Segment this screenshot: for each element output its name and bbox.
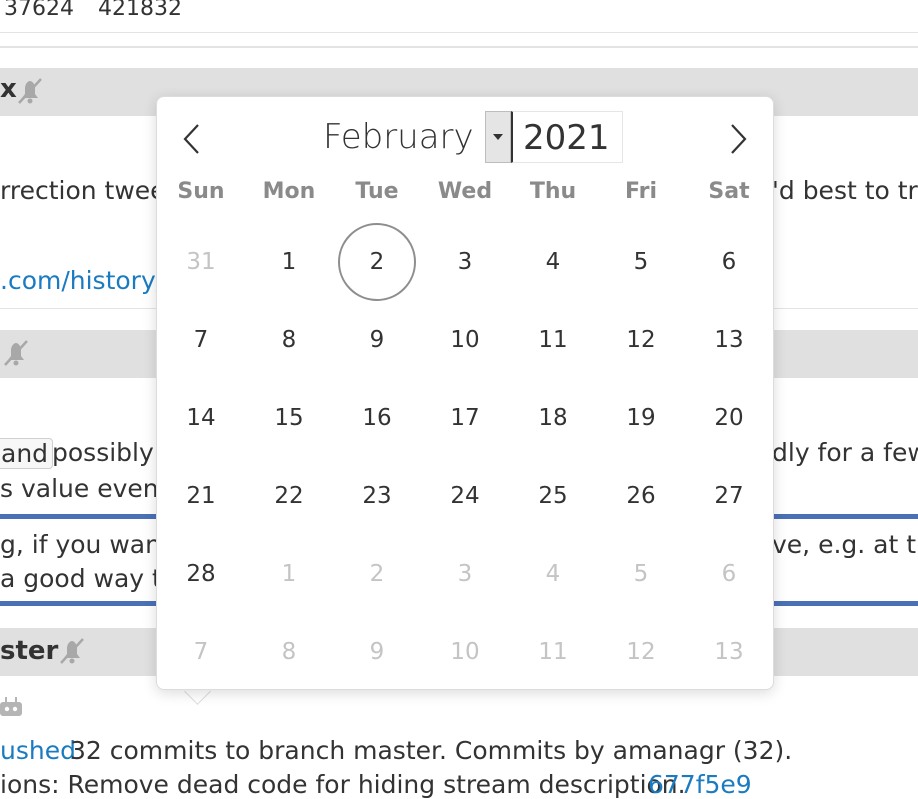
day-cell[interactable]: 20: [685, 379, 773, 457]
day-cell-other-month[interactable]: 8: [245, 613, 333, 691]
day-cell-other-month[interactable]: 1: [245, 535, 333, 613]
message-text: a good way to: [0, 564, 178, 593]
day-cell[interactable]: 16: [333, 379, 421, 457]
message-text: s value even c: [0, 474, 181, 503]
bot-avatar-icon: [0, 697, 22, 716]
day-cell[interactable]: 27: [685, 457, 773, 535]
day-cell[interactable]: 24: [421, 457, 509, 535]
day-cell-other-month[interactable]: 2: [333, 535, 421, 613]
day-cell-other-month[interactable]: 7: [157, 613, 245, 691]
divider: [0, 46, 918, 48]
weekday-label: Fri: [624, 179, 657, 204]
day-cell-today[interactable]: 2: [333, 223, 421, 301]
day-cell[interactable]: 26: [597, 457, 685, 535]
day-cell[interactable]: 3: [421, 223, 509, 301]
day-cell-other-month[interactable]: 4: [509, 535, 597, 613]
day-cell[interactable]: 23: [333, 457, 421, 535]
day-cell-other-month[interactable]: 6: [685, 535, 773, 613]
chevron-right-icon: [731, 124, 747, 154]
month-label: February: [323, 117, 474, 157]
day-cell[interactable]: 4: [509, 223, 597, 301]
message-text: possibly!: [52, 438, 164, 467]
day-cell-other-month[interactable]: 12: [597, 613, 685, 691]
day-cell[interactable]: 11: [509, 301, 597, 379]
message-text: ve, e.g. at the: [772, 530, 918, 559]
day-cell-other-month[interactable]: 11: [509, 613, 597, 691]
day-cell[interactable]: 8: [245, 301, 333, 379]
topic-name: ster: [0, 636, 59, 666]
weekday-label: Sun: [177, 179, 225, 204]
day-cell[interactable]: 25: [509, 457, 597, 535]
day-cell-other-month[interactable]: 13: [685, 613, 773, 691]
stat-value-1: 37624: [4, 0, 74, 21]
divider: [0, 32, 918, 33]
day-cell[interactable]: 6: [685, 223, 773, 301]
day-cell-other-month[interactable]: 31: [157, 223, 245, 301]
day-cell[interactable]: 14: [157, 379, 245, 457]
day-cell-other-month[interactable]: 10: [421, 613, 509, 691]
weekday-label: Mon: [262, 179, 316, 204]
message-text: 32 commits to branch master. Commits by …: [70, 736, 793, 765]
day-cell[interactable]: 19: [597, 379, 685, 457]
weekday-label: Thu: [529, 179, 577, 204]
prev-month-button[interactable]: [173, 119, 213, 159]
next-month-button[interactable]: [717, 119, 757, 159]
weekday-label: Wed: [437, 179, 493, 204]
message-text: 'd best to try: [772, 176, 918, 205]
day-cell[interactable]: 7: [157, 301, 245, 379]
day-cell[interactable]: 22: [245, 457, 333, 535]
day-cell-other-month[interactable]: 5: [597, 535, 685, 613]
message-link[interactable]: .com/history/: [0, 266, 164, 295]
day-cell[interactable]: 15: [245, 379, 333, 457]
message-text: rrection twee: [0, 176, 166, 205]
day-cell[interactable]: 17: [421, 379, 509, 457]
commit-link[interactable]: 677f5e9: [648, 770, 752, 799]
inline-code: and: [0, 438, 54, 469]
day-cell[interactable]: 1: [245, 223, 333, 301]
day-cell[interactable]: 10: [421, 301, 509, 379]
day-cell[interactable]: 28: [157, 535, 245, 613]
chevron-left-icon: [183, 124, 199, 154]
pushed-link[interactable]: ushed: [0, 736, 76, 765]
day-cell[interactable]: 18: [509, 379, 597, 457]
weekday-label: Tue: [355, 179, 399, 204]
message-text: g, if you want: [0, 530, 171, 559]
mute-bell-icon[interactable]: [14, 76, 46, 106]
day-cell[interactable]: 12: [597, 301, 685, 379]
month-dropdown-toggle[interactable]: [485, 111, 511, 163]
year-input[interactable]: 2021: [511, 111, 623, 163]
day-cell-other-month[interactable]: 9: [333, 613, 421, 691]
message-text: dly for a few: [772, 438, 918, 467]
day-cell[interactable]: 21: [157, 457, 245, 535]
datepicker-popover: February 2021 Sun Mon Tue Wed Thu Fri Sat 31 1 2…: [156, 96, 774, 690]
mute-bell-icon[interactable]: [56, 636, 88, 666]
day-cell-other-month[interactable]: 3: [421, 535, 509, 613]
day-cell[interactable]: 5: [597, 223, 685, 301]
weekday-label: Sat: [708, 179, 750, 204]
mute-bell-icon[interactable]: [0, 338, 32, 368]
stat-value-2: 421832: [98, 0, 182, 21]
day-cell[interactable]: 9: [333, 301, 421, 379]
message-text: ions: Remove dead code for hiding stream…: [0, 770, 686, 799]
day-cell[interactable]: 13: [685, 301, 773, 379]
